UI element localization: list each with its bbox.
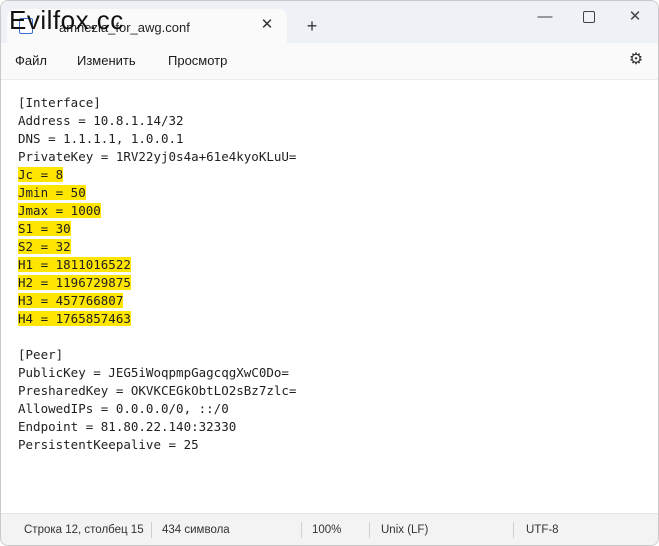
editor-line: [Peer] [18, 346, 296, 364]
editor-line: AllowedIPs = 0.0.0.0/0, ::/0 [18, 400, 296, 418]
highlighted-text: Jmax = 1000 [18, 203, 101, 218]
editor-line: H1 = 1811016522 [18, 256, 296, 274]
status-cursor-position: Строка 12, столбец 15 [24, 524, 144, 536]
editor-line: PrivateKey = 1RV22yj0s4a+61e4kyoKLuU= [18, 148, 296, 166]
maximize-button[interactable] [566, 5, 612, 29]
highlighted-text: H3 = 457766807 [18, 293, 124, 308]
maximize-icon [583, 11, 595, 24]
highlighted-text: Jmin = 50 [18, 185, 86, 200]
editor-line: S2 = 32 [18, 238, 296, 256]
editor-line: PresharedKey = OKVKCEGkObtLO2sBz7zlc= [18, 382, 296, 400]
line-text: PersistentKeepalive = 25 [18, 437, 199, 452]
highlighted-text: H4 = 1765857463 [18, 311, 131, 326]
highlighted-text: S1 = 30 [18, 221, 71, 236]
line-text: PublicKey = JEG5iWoqpmpGagcqgXwC0Do= [18, 365, 289, 380]
highlighted-text: Jc = 8 [18, 167, 64, 182]
editor-line: PersistentKeepalive = 25 [18, 436, 296, 454]
status-bar: Строка 12, столбец 15 434 символа 100% U… [1, 513, 658, 545]
editor-line: [Interface] [18, 94, 296, 112]
editor-line: H4 = 1765857463 [18, 310, 296, 328]
new-tab-button[interactable]: + [301, 15, 323, 37]
notepad-window: amnezia_for_awg.conf ✕ Evilfox.cc + — ✕ … [0, 0, 659, 546]
editor-content[interactable]: [Interface] Address = 10.8.1.14/32 DNS = 1… [18, 94, 296, 454]
editor-line: DNS = 1.1.1.1, 1.0.0.1 [18, 130, 296, 148]
status-char-count: 434 символа [162, 524, 230, 536]
menu-bar: Файл Изменить Просмотр ⚙ [1, 43, 658, 79]
line-text: DNS = 1.1.1.1, 1.0.0.1 [18, 131, 184, 146]
editor-line: H2 = 1196729875 [18, 274, 296, 292]
editor-line: H3 = 457766807 [18, 292, 296, 310]
line-text: [Peer] [18, 347, 64, 362]
menu-file[interactable]: Файл [15, 53, 47, 68]
menu-view[interactable]: Просмотр [168, 53, 227, 68]
status-divider [301, 522, 302, 538]
close-button[interactable]: ✕ [612, 5, 658, 29]
gear-icon[interactable]: ⚙ [627, 51, 645, 69]
line-text: AllowedIPs = 0.0.0.0/0, ::/0 [18, 401, 229, 416]
line-text: PrivateKey = 1RV22yj0s4a+61e4kyoKLuU= [18, 149, 297, 164]
watermark-text: Evilfox.cc [9, 5, 124, 35]
highlighted-text: H1 = 1811016522 [18, 257, 131, 272]
status-encoding[interactable]: UTF-8 [526, 524, 559, 536]
menu-edit[interactable]: Изменить [77, 53, 136, 68]
status-divider [513, 522, 514, 538]
editor-line: PublicKey = JEG5iWoqpmpGagcqgXwC0Do= [18, 364, 296, 382]
editor-line: Jc = 8 [18, 166, 296, 184]
status-divider [369, 522, 370, 538]
status-line-ending[interactable]: Unix (LF) [381, 524, 428, 536]
highlighted-text: H2 = 1196729875 [18, 275, 131, 290]
editor-line: Address = 10.8.1.14/32 [18, 112, 296, 130]
line-text: Endpoint = 81.80.22.140:32330 [18, 419, 237, 434]
editor-line: Jmin = 50 [18, 184, 296, 202]
highlighted-text: S2 = 32 [18, 239, 71, 254]
line-text: [Interface] [18, 95, 101, 110]
text-editor[interactable]: [Interface] Address = 10.8.1.14/32 DNS = 1… [1, 79, 658, 514]
line-text: Address = 10.8.1.14/32 [18, 113, 184, 128]
status-zoom[interactable]: 100% [312, 524, 341, 536]
editor-line: S1 = 30 [18, 220, 296, 238]
minimize-button[interactable]: — [522, 5, 568, 29]
line-text: PresharedKey = OKVKCEGkObtLO2sBz7zlc= [18, 383, 297, 398]
tab-close-icon[interactable]: ✕ [257, 15, 277, 35]
title-bar[interactable]: amnezia_for_awg.conf ✕ Evilfox.cc + — ✕ [1, 1, 658, 43]
status-divider [151, 522, 152, 538]
editor-line: Endpoint = 81.80.22.140:32330 [18, 418, 296, 436]
editor-line: Jmax = 1000 [18, 202, 296, 220]
